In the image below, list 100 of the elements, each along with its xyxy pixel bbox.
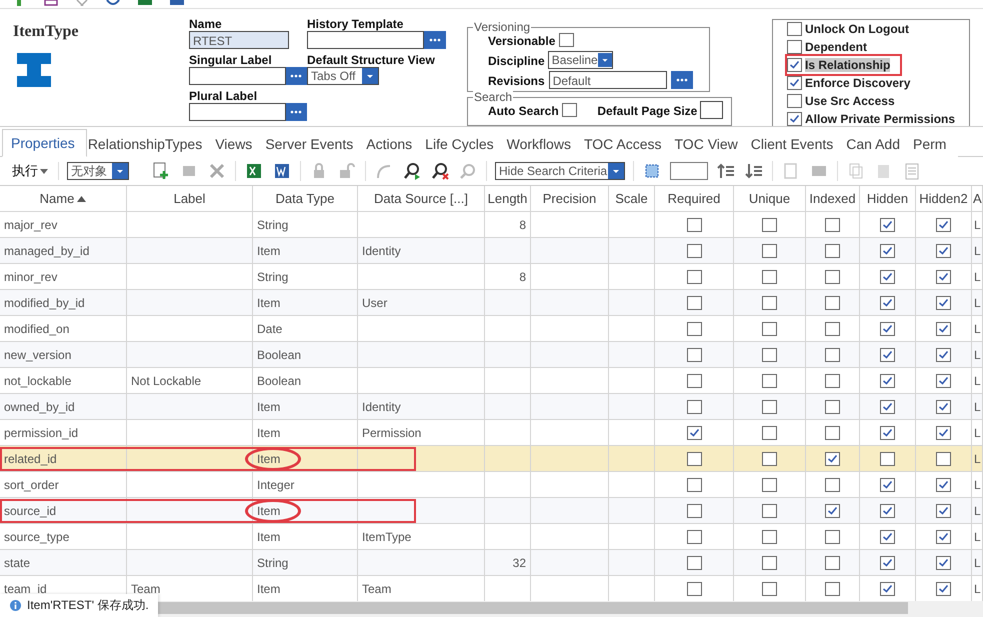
checkbox[interactable] xyxy=(686,478,702,492)
checkbox[interactable] xyxy=(880,452,895,466)
singular-label-field[interactable] xyxy=(189,67,286,85)
ellipsis-button[interactable] xyxy=(424,31,446,49)
checkbox[interactable] xyxy=(936,504,951,518)
checkbox[interactable] xyxy=(825,400,840,414)
checkbox[interactable] xyxy=(880,582,895,596)
checkbox[interactable] xyxy=(686,426,702,440)
checkbox[interactable] xyxy=(825,530,840,544)
checkbox[interactable] xyxy=(880,530,895,544)
checkbox[interactable] xyxy=(762,270,777,284)
checkbox[interactable] xyxy=(762,452,777,466)
checkbox[interactable] xyxy=(936,452,951,466)
checkbox[interactable] xyxy=(686,374,702,388)
checkbox[interactable] xyxy=(936,244,951,258)
checkbox[interactable] xyxy=(686,530,702,544)
scrollbar-thumb[interactable] xyxy=(158,602,908,614)
checkbox[interactable] xyxy=(880,556,895,570)
checkbox[interactable] xyxy=(936,556,951,570)
checkbox[interactable] xyxy=(762,478,777,492)
column-header[interactable]: Indexed xyxy=(806,186,860,212)
ellipsis-button[interactable] xyxy=(286,67,307,85)
checkbox[interactable] xyxy=(825,348,840,362)
checkbox[interactable] xyxy=(762,244,777,258)
checkbox[interactable] xyxy=(686,244,702,258)
checkbox[interactable] xyxy=(825,322,840,336)
checkbox[interactable] xyxy=(686,296,702,310)
checkbox[interactable] xyxy=(825,556,840,570)
checkbox[interactable] xyxy=(825,504,840,518)
checkbox[interactable] xyxy=(880,322,895,336)
checkbox[interactable] xyxy=(936,270,951,284)
checkbox[interactable] xyxy=(880,504,895,518)
sort-ascending-icon[interactable] xyxy=(716,161,736,181)
checkbox[interactable] xyxy=(562,103,577,118)
column-header[interactable]: Label xyxy=(127,186,253,212)
execute-menu[interactable]: 执行 xyxy=(8,162,59,180)
checkbox[interactable] xyxy=(936,374,951,388)
checkbox[interactable] xyxy=(825,296,840,310)
column-header[interactable]: A xyxy=(972,186,983,212)
checkbox[interactable] xyxy=(825,374,840,388)
checkbox[interactable] xyxy=(936,478,951,492)
checkbox[interactable] xyxy=(936,400,951,414)
column-header[interactable]: Data Source [...] xyxy=(358,186,485,212)
checkbox[interactable] xyxy=(880,374,895,388)
checkbox[interactable] xyxy=(559,33,574,47)
checkbox[interactable] xyxy=(825,426,840,440)
column-header[interactable]: Length xyxy=(485,186,531,212)
column-header[interactable]: Data Type xyxy=(253,186,358,212)
checkbox[interactable] xyxy=(787,22,802,36)
checkbox[interactable] xyxy=(762,400,777,414)
checkbox[interactable] xyxy=(936,582,951,596)
history-template-field[interactable] xyxy=(307,31,424,49)
checkbox[interactable] xyxy=(787,112,802,126)
checkbox[interactable] xyxy=(686,322,702,336)
checkbox[interactable] xyxy=(787,94,802,108)
object-select[interactable]: 无对象 xyxy=(67,162,129,180)
checkbox[interactable] xyxy=(880,296,895,310)
checkbox[interactable] xyxy=(936,218,951,232)
column-header[interactable]: Hidden2 xyxy=(916,186,972,212)
revisions-field[interactable]: Default xyxy=(548,71,667,89)
checkbox[interactable] xyxy=(787,58,802,72)
page-size-field[interactable] xyxy=(700,101,723,120)
checkbox[interactable] xyxy=(825,270,840,284)
checkbox[interactable] xyxy=(762,218,777,232)
checkbox[interactable] xyxy=(936,296,951,310)
checkbox[interactable] xyxy=(762,322,777,336)
checkbox[interactable] xyxy=(825,582,840,596)
checkbox[interactable] xyxy=(880,270,895,284)
discipline-select[interactable]: Baseline xyxy=(548,51,613,69)
checkbox[interactable] xyxy=(686,400,702,414)
checkbox[interactable] xyxy=(880,244,895,258)
column-header[interactable]: Required xyxy=(655,186,734,212)
checkbox[interactable] xyxy=(936,426,951,440)
column-header[interactable]: Unique xyxy=(734,186,806,212)
checkbox[interactable] xyxy=(936,348,951,362)
checkbox[interactable] xyxy=(936,322,951,336)
search-icon[interactable] xyxy=(402,161,422,181)
document-icon[interactable] xyxy=(44,0,58,6)
checkbox[interactable] xyxy=(825,452,840,466)
tab[interactable]: Properties xyxy=(2,129,87,157)
criteria-select[interactable]: Hide Search Criteria xyxy=(495,162,625,180)
checkbox[interactable] xyxy=(825,218,840,232)
clear-search-icon[interactable] xyxy=(430,161,450,181)
checkbox[interactable] xyxy=(936,530,951,544)
checkbox[interactable] xyxy=(762,426,777,440)
checkbox[interactable] xyxy=(686,504,702,518)
checkbox[interactable] xyxy=(880,426,895,440)
checkbox[interactable] xyxy=(762,348,777,362)
add-row-icon[interactable] xyxy=(151,161,171,181)
checkbox[interactable] xyxy=(686,348,702,362)
checkbox[interactable] xyxy=(762,556,777,570)
column-header[interactable]: Name xyxy=(0,186,127,212)
checkbox[interactable] xyxy=(762,504,777,518)
checkbox[interactable] xyxy=(686,452,702,466)
ellipsis-button[interactable] xyxy=(670,71,693,89)
checkbox[interactable] xyxy=(762,530,777,544)
checkbox[interactable] xyxy=(880,218,895,232)
plural-label-field[interactable] xyxy=(189,103,286,121)
ellipsis-button[interactable] xyxy=(286,103,307,121)
checkbox[interactable] xyxy=(686,218,702,232)
